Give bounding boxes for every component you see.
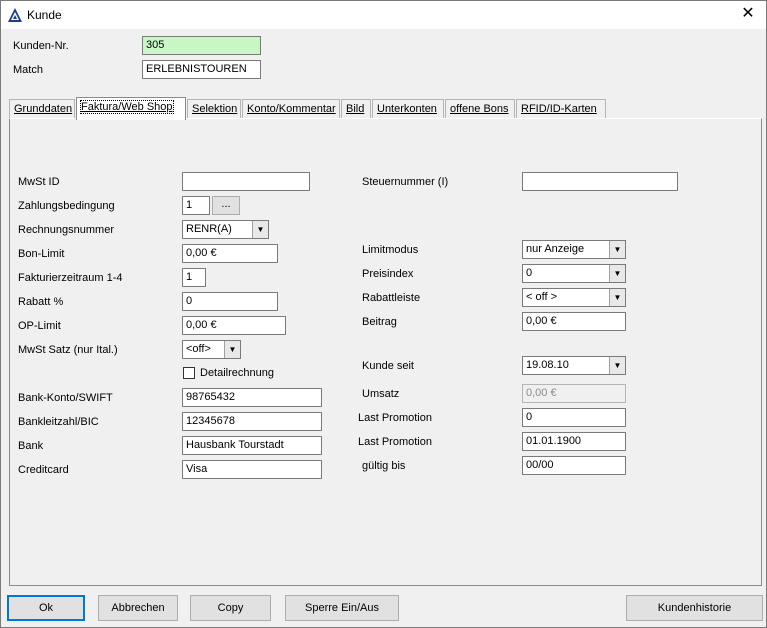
rabatt-field[interactable]: 0 (182, 292, 278, 311)
mwstsatz-value: <off> (186, 343, 211, 355)
bonlimit-field[interactable]: 0,00 € (182, 244, 278, 263)
preisindex-label: Preisindex (362, 268, 414, 280)
kundeseit-select[interactable]: 19.08.10 ▼ (522, 356, 626, 375)
bankleitzahl-label: Bankleitzahl/BIC (18, 416, 99, 428)
rabattleiste-select[interactable]: < off > ▼ (522, 288, 626, 307)
app-logo-icon (8, 8, 22, 22)
oplimit-label: OP-Limit (18, 320, 61, 332)
rabatt-label: Rabatt % (18, 296, 64, 308)
chevron-down-icon[interactable]: ▼ (609, 265, 625, 282)
zahlungsbedingung-label: Zahlungsbedingung (18, 200, 115, 212)
rabattleiste-label: Rabattleiste (362, 292, 421, 304)
mwst-id-label: MwSt ID (18, 176, 60, 188)
tab-offene-bons[interactable]: offene Bons (445, 99, 515, 119)
window-title: Kunde (27, 8, 62, 22)
chevron-down-icon[interactable]: ▼ (609, 357, 625, 374)
bankleitzahl-field[interactable]: 12345678 (182, 412, 322, 431)
preisindex-select[interactable]: 0 ▼ (522, 264, 626, 283)
tab-bild[interactable]: Bild (341, 99, 371, 119)
fakturierzeitraum-field[interactable]: 1 (182, 268, 206, 287)
umsatz-field: 0,00 € (522, 384, 626, 403)
title-bar[interactable]: Kunde ✕ (1, 1, 766, 29)
limitmodus-select[interactable]: nur Anzeige ▼ (522, 240, 626, 259)
preisindex-value: 0 (526, 267, 533, 279)
limitmodus-value: nur Anzeige (526, 243, 585, 255)
rechnungsnummer-value: RENR(A) (186, 223, 232, 235)
lastpromo2-label: Last Promotion (358, 436, 432, 448)
tab-selektion[interactable]: Selektion (187, 99, 241, 119)
kunde-window: Kunde ✕ Kunden-Nr. 305 Match ERLEBNISTOU… (0, 0, 767, 628)
bank-label: Bank (18, 440, 44, 452)
match-label: Match (13, 64, 43, 76)
limitmodus-label: Limitmodus (362, 244, 419, 256)
gueltigbis-label: gültig bis (362, 460, 406, 472)
beitrag-label: Beitrag (362, 316, 397, 328)
close-icon[interactable]: ✕ (734, 3, 762, 27)
kundeseit-value: 19.08.10 (526, 359, 569, 371)
ok-button[interactable]: Ok (7, 595, 85, 621)
oplimit-field[interactable]: 0,00 € (182, 316, 286, 335)
detailrechnung-label: Detailrechnung (200, 367, 274, 379)
sperre-button[interactable]: Sperre Ein/Aus (285, 595, 399, 621)
abbrechen-button[interactable]: Abbrechen (98, 595, 178, 621)
kundenhistorie-button[interactable]: Kundenhistorie (626, 595, 763, 621)
rechnungsnummer-select[interactable]: RENR(A) ▼ (182, 220, 269, 239)
kundeseit-label: Kunde seit (362, 360, 414, 372)
kundennr-label: Kunden-Nr. (13, 40, 69, 52)
rechnungsnummer-label: Rechnungsnummer (18, 224, 114, 236)
bank-field[interactable]: Hausbank Tourstadt (182, 436, 322, 455)
mwstsatz-select[interactable]: <off> ▼ (182, 340, 241, 359)
copy-button[interactable]: Copy (190, 595, 271, 621)
gueltigbis-field[interactable]: 00/00 (522, 456, 626, 475)
tab-unterkonten[interactable]: Unterkonten (372, 99, 444, 119)
mwstsatz-label: MwSt Satz (nur Ital.) (18, 344, 118, 356)
chevron-down-icon[interactable]: ▼ (609, 241, 625, 258)
zahlungsbedingung-field[interactable]: 1 (182, 196, 210, 215)
detailrechnung-checkbox[interactable] (183, 367, 195, 379)
tab-konto-kommentar[interactable]: Konto/Kommentar (242, 99, 340, 119)
bankkonto-field[interactable]: 98765432 (182, 388, 322, 407)
fakturierzeitraum-label: Fakturierzeitraum 1-4 (18, 272, 123, 284)
umsatz-label: Umsatz (362, 388, 400, 400)
lastpromo1-field[interactable]: 0 (522, 408, 626, 427)
chevron-down-icon[interactable]: ▼ (252, 221, 268, 238)
kundennr-field[interactable]: 305 (142, 36, 261, 55)
lastpromo1-label: Last Promotion (358, 412, 432, 424)
bonlimit-label: Bon-Limit (18, 248, 65, 260)
steuernummer-label: Steuernummer (I) (362, 176, 449, 188)
chevron-down-icon[interactable]: ▼ (224, 341, 240, 358)
mwst-id-field[interactable] (182, 172, 310, 191)
rabattleiste-value: < off > (526, 291, 557, 303)
tab-rfid-id-karten[interactable]: RFID/ID-Karten (516, 99, 606, 119)
creditcard-field[interactable]: Visa (182, 460, 322, 479)
beitrag-field[interactable]: 0,00 € (522, 312, 626, 331)
chevron-down-icon[interactable]: ▼ (609, 289, 625, 306)
steuernummer-field[interactable] (522, 172, 678, 191)
zahlungsbedingung-browse-button[interactable]: ... (212, 196, 240, 215)
tab-faktura-web-shop[interactable]: Faktura/Web Shop (76, 97, 186, 120)
lastpromo2-field[interactable]: 01.01.1900 (522, 432, 626, 451)
bankkonto-label: Bank-Konto/SWIFT (18, 392, 113, 404)
tab-grunddaten[interactable]: Grunddaten (9, 99, 75, 119)
match-field[interactable]: ERLEBNISTOUREN (142, 60, 261, 79)
creditcard-label: Creditcard (18, 464, 69, 476)
